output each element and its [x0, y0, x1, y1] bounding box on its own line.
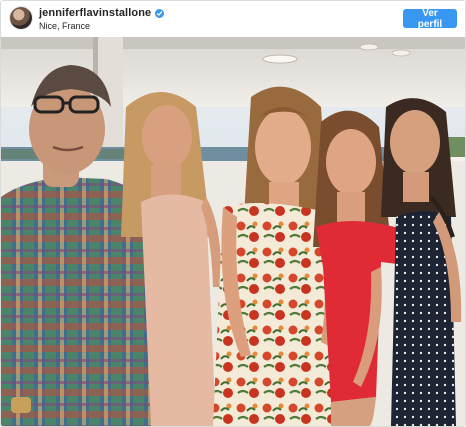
avatar[interactable] — [10, 7, 32, 29]
username-row: jenniferflavinstallone — [39, 6, 165, 20]
verified-badge-icon — [155, 8, 165, 18]
location-label[interactable]: Nice, France — [39, 21, 90, 31]
post-photo[interactable] — [1, 37, 465, 426]
photo-illustration — [1, 37, 465, 426]
view-profile-button[interactable]: Ver perfil — [403, 8, 457, 30]
post-header: jenniferflavinstallone Nice, France Ver … — [1, 1, 465, 37]
instagram-embed: jenniferflavinstallone Nice, France Ver … — [0, 0, 466, 427]
username-link[interactable]: jenniferflavinstallone — [39, 7, 151, 19]
